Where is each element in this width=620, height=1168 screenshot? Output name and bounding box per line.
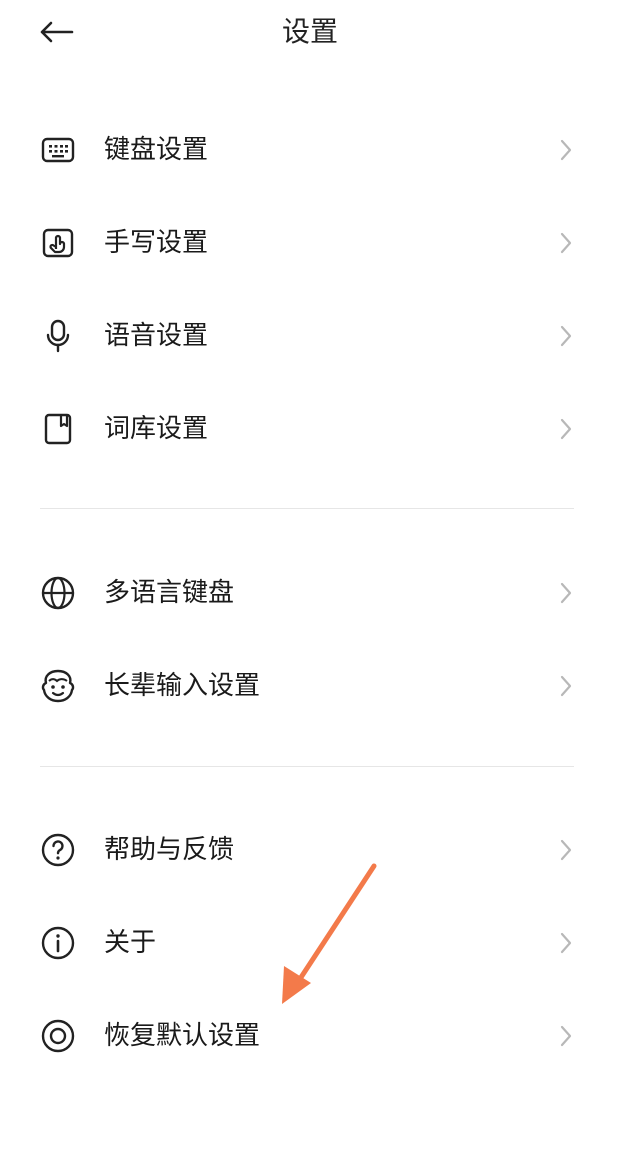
top-bar: 设置 <box>0 0 620 68</box>
menu-item-label: 长辈输入设置 <box>104 671 261 701</box>
menu-item-lexicon-settings[interactable]: 词库设置 <box>0 387 620 467</box>
menu-item-help-feedback[interactable]: 帮助与反馈 <box>0 808 620 888</box>
section-divider <box>40 508 574 509</box>
chevron-right-icon <box>560 582 572 604</box>
chevron-right-icon <box>560 675 572 697</box>
microphone-icon <box>46 319 70 353</box>
menu-item-label: 多语言键盘 <box>104 578 235 608</box>
keyboard-icon <box>41 137 75 163</box>
menu-item-about[interactable]: 关于 <box>0 901 620 981</box>
menu-item-keyboard-settings[interactable]: 键盘设置 <box>0 108 620 188</box>
info-circle-icon <box>41 926 75 960</box>
globe-icon <box>41 576 75 610</box>
menu-item-label: 恢复默认设置 <box>104 1021 261 1051</box>
menu-item-label: 手写设置 <box>104 228 209 258</box>
handwriting-icon <box>42 228 74 258</box>
page-title: 设置 <box>281 15 338 48</box>
menu-item-elder-input-settings[interactable]: 长辈输入设置 <box>0 644 620 724</box>
menu-item-restore-defaults[interactable]: 恢复默认设置 <box>0 994 620 1074</box>
section-divider <box>40 766 574 767</box>
chevron-right-icon <box>560 1025 572 1047</box>
chevron-right-icon <box>560 839 572 861</box>
chevron-right-icon <box>560 418 572 440</box>
chevron-right-icon <box>560 325 572 347</box>
chevron-right-icon <box>560 232 572 254</box>
menu-item-label: 键盘设置 <box>104 135 209 165</box>
lexicon-icon <box>44 413 72 445</box>
menu-item-label: 词库设置 <box>104 414 209 444</box>
menu-item-label: 语音设置 <box>104 321 209 351</box>
menu-item-label: 帮助与反馈 <box>104 835 235 865</box>
menu-item-voice-settings[interactable]: 语音设置 <box>0 294 620 374</box>
chevron-right-icon <box>560 932 572 954</box>
elder-face-icon <box>41 669 75 703</box>
menu-item-handwriting-settings[interactable]: 手写设置 <box>0 201 620 281</box>
menu-item-label: 关于 <box>104 928 157 958</box>
menu-item-multilingual-keyboard[interactable]: 多语言键盘 <box>0 551 620 631</box>
reset-circle-icon <box>41 1019 75 1053</box>
help-circle-icon <box>41 833 75 867</box>
chevron-right-icon <box>560 139 572 161</box>
